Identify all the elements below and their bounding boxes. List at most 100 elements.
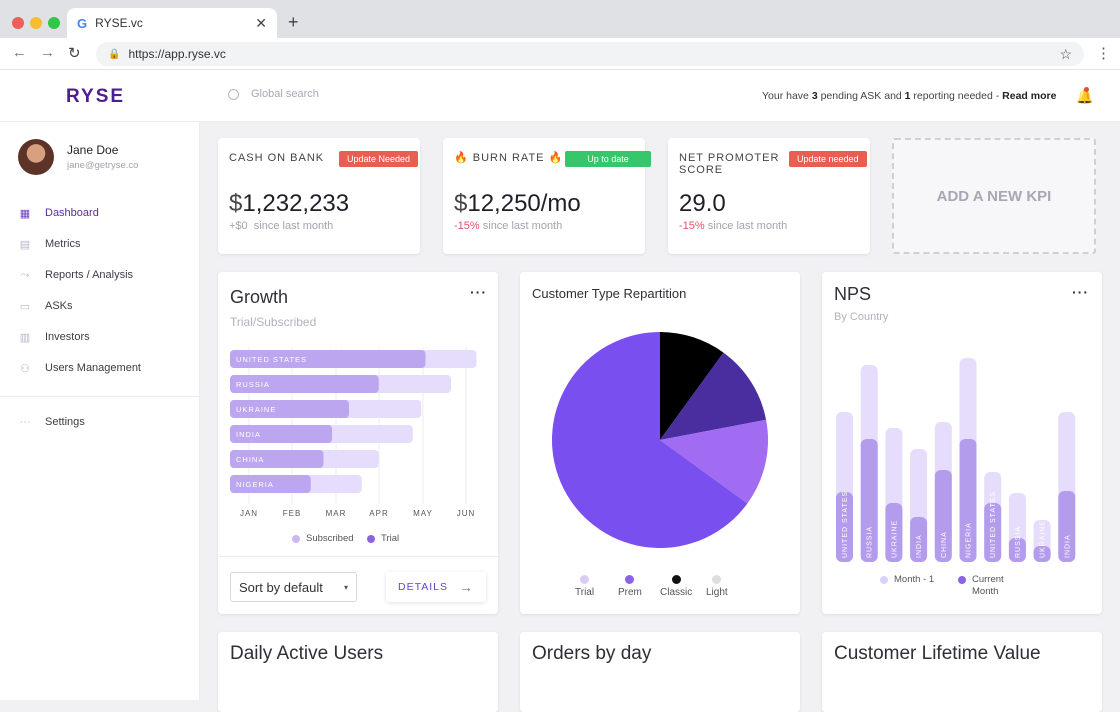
sidebar-item-investors[interactable]: ▥ Investors [18,328,90,346]
google-icon: G [77,15,88,31]
status-badge: Update Needed [339,151,419,167]
legend-label: Trial [575,587,595,598]
details-label: DETAILS [398,581,448,593]
legend-label: Prem [618,587,642,598]
orders-by-day-card: Orders by day [520,632,800,712]
kpi-delta-text: since last month [707,220,788,232]
reload-icon[interactable]: ↻ [68,44,81,62]
chart-icon: ▤ [19,238,31,251]
sort-select[interactable]: Sort by default ▾ [230,572,357,602]
browser-tab[interactable]: G RYSE.vc ✕ [67,8,277,38]
add-kpi-button[interactable]: ADD A NEW KPI [892,138,1096,254]
sidebar-item-label: Metrics [45,238,81,250]
sidebar-item-reports[interactable]: ⤳ Reports / Analysis [18,266,133,284]
maximize-window-icon[interactable] [48,17,60,29]
kpi-currency: $ [454,190,468,217]
kpi-value-number: 12,250/mo [467,190,581,217]
kpi-card-nps[interactable]: NET PROMOTER SCORE Update needed 29.0 -15… [668,138,870,254]
kpi-delta: +$0 since last month [229,220,333,232]
legend-label: Trial [381,533,400,544]
browser-menu-icon[interactable]: ⋮ [1096,44,1111,62]
kpi-currency: $ [229,190,243,217]
x-tick-label: APR [369,509,388,518]
pending-text: Your have [762,90,812,102]
kpi-value: $12,250/mo [454,190,581,218]
legend-trial: Trial [367,533,399,544]
url-field[interactable]: 🔒 https://app.ryse.vc ☆ [96,42,1084,66]
bar-label: CHINA [236,455,264,464]
x-tick-label: MAR [326,509,347,518]
bar-label: UKRAINE [1040,520,1047,558]
kpi-delta-text: since last month [482,220,563,232]
legend-dot [958,576,966,584]
sidebar-item-label: Users Management [45,362,141,374]
bar-label: INDIA [236,430,261,439]
x-tick-label: MAY [413,509,433,518]
users-icon: ⚇ [20,362,30,375]
sidebar-item-dashboard[interactable]: ▦ Dashboard [18,204,99,222]
minimize-window-icon[interactable] [30,17,42,29]
sort-select-value: Sort by default [239,579,323,595]
sidebar-item-label: Dashboard [45,207,99,219]
kpi-value-number: 1,232,233 [242,190,350,217]
legend-month-1: Month - 1 [880,574,940,586]
kpi-card-burn-rate[interactable]: 🔥 BURN RATE 🔥 Up to date $12,250/mo -15%… [443,138,651,254]
legend-label: Month - 1 [894,574,935,585]
global-search[interactable]: Global search [228,88,319,100]
legend-dot [367,534,375,543]
close-tab-icon[interactable]: ✕ [255,15,267,32]
growth-card: Growth Trial/Subscribed ··· JAN FEB MAR APR… [218,272,498,614]
ryse-logo[interactable]: RYSE [66,86,125,108]
x-tick-label: JAN [240,509,258,518]
pie-legend-item: Classic [660,575,692,598]
notification-bell-icon[interactable]: 🔔 [1076,87,1093,105]
new-tab-icon[interactable]: + [288,12,299,33]
customer-type-card: Customer Type Repartition Trial Prem Class… [520,272,800,614]
legend-dot [625,575,635,584]
tab-title: RYSE.vc [95,16,143,30]
legend-dot [880,576,888,584]
bar-label: INDIA [916,534,923,558]
pending-notice: Your have 3 pending ASK and 1 reporting … [762,90,1056,102]
forward-icon[interactable]: → [40,44,55,61]
address-bar: ← → ↻ 🔒 https://app.ryse.vc ☆ ⋮ [0,38,1120,70]
caret-down-icon: ▾ [343,582,348,592]
details-button[interactable]: DETAILS → [386,572,486,602]
legend-dot [580,575,590,584]
pending-text-suffix: reporting needed - [910,90,1003,102]
read-more-link[interactable]: Read more [1002,90,1056,102]
url-text: https://app.ryse.vc [128,47,226,61]
close-window-icon[interactable] [12,17,24,29]
sidebar-item-metrics[interactable]: ▤ Metrics [18,235,81,253]
pie-chart [552,332,768,548]
user-email: jane@getryse.co [67,160,139,171]
status-badge: Up to date [565,151,651,167]
kpi-label: CASH ON BANK [229,152,325,164]
bar-label: NIGERIA [236,480,274,489]
kpi-card-cash[interactable]: CASH ON BANK Update Needed $1,232,233 +$… [218,138,420,254]
kpi-delta-text: since last month [253,220,334,232]
app-header: RYSE Global search Your have 3 pending A… [0,70,1120,122]
nps-chart: UNITED STATES RUSSIA UKRAINE INDIA CHINA NIGE… [836,358,1076,562]
nps-card: NPS By Country ··· UNITED STATES RUSSIA UK… [822,272,1102,614]
x-tick-label: FEB [283,509,302,518]
bar-label: INDIA [1064,534,1071,558]
sidebar-item-asks[interactable]: ▭ ASKs [18,297,73,315]
sidebar-item-users-management[interactable]: ⚇ Users Management [18,359,141,377]
dots-icon: ··· [19,416,31,428]
kpi-label-line1: NET PROMOTER [679,152,780,164]
bookmark-star-icon[interactable]: ☆ [1059,46,1072,63]
card-title: Customer Lifetime Value [834,643,1041,664]
avatar[interactable] [18,139,54,175]
grid-icon: ▦ [19,207,31,220]
back-icon[interactable]: ← [12,44,27,61]
kpi-label: NET PROMOTER SCORE [679,152,779,176]
bar-label: UNITED STATES [842,491,849,558]
customer-lifetime-value-card: Customer Lifetime Value [822,632,1102,712]
sidebar-item-settings[interactable]: ··· Settings [18,413,85,431]
bar-label: UNITED STATES [236,355,307,364]
legend-label: Light [706,587,728,598]
kpi-delta: -15% since last month [454,220,562,232]
sidebar-item-label: Settings [45,416,85,428]
card-title: Orders by day [532,643,652,664]
